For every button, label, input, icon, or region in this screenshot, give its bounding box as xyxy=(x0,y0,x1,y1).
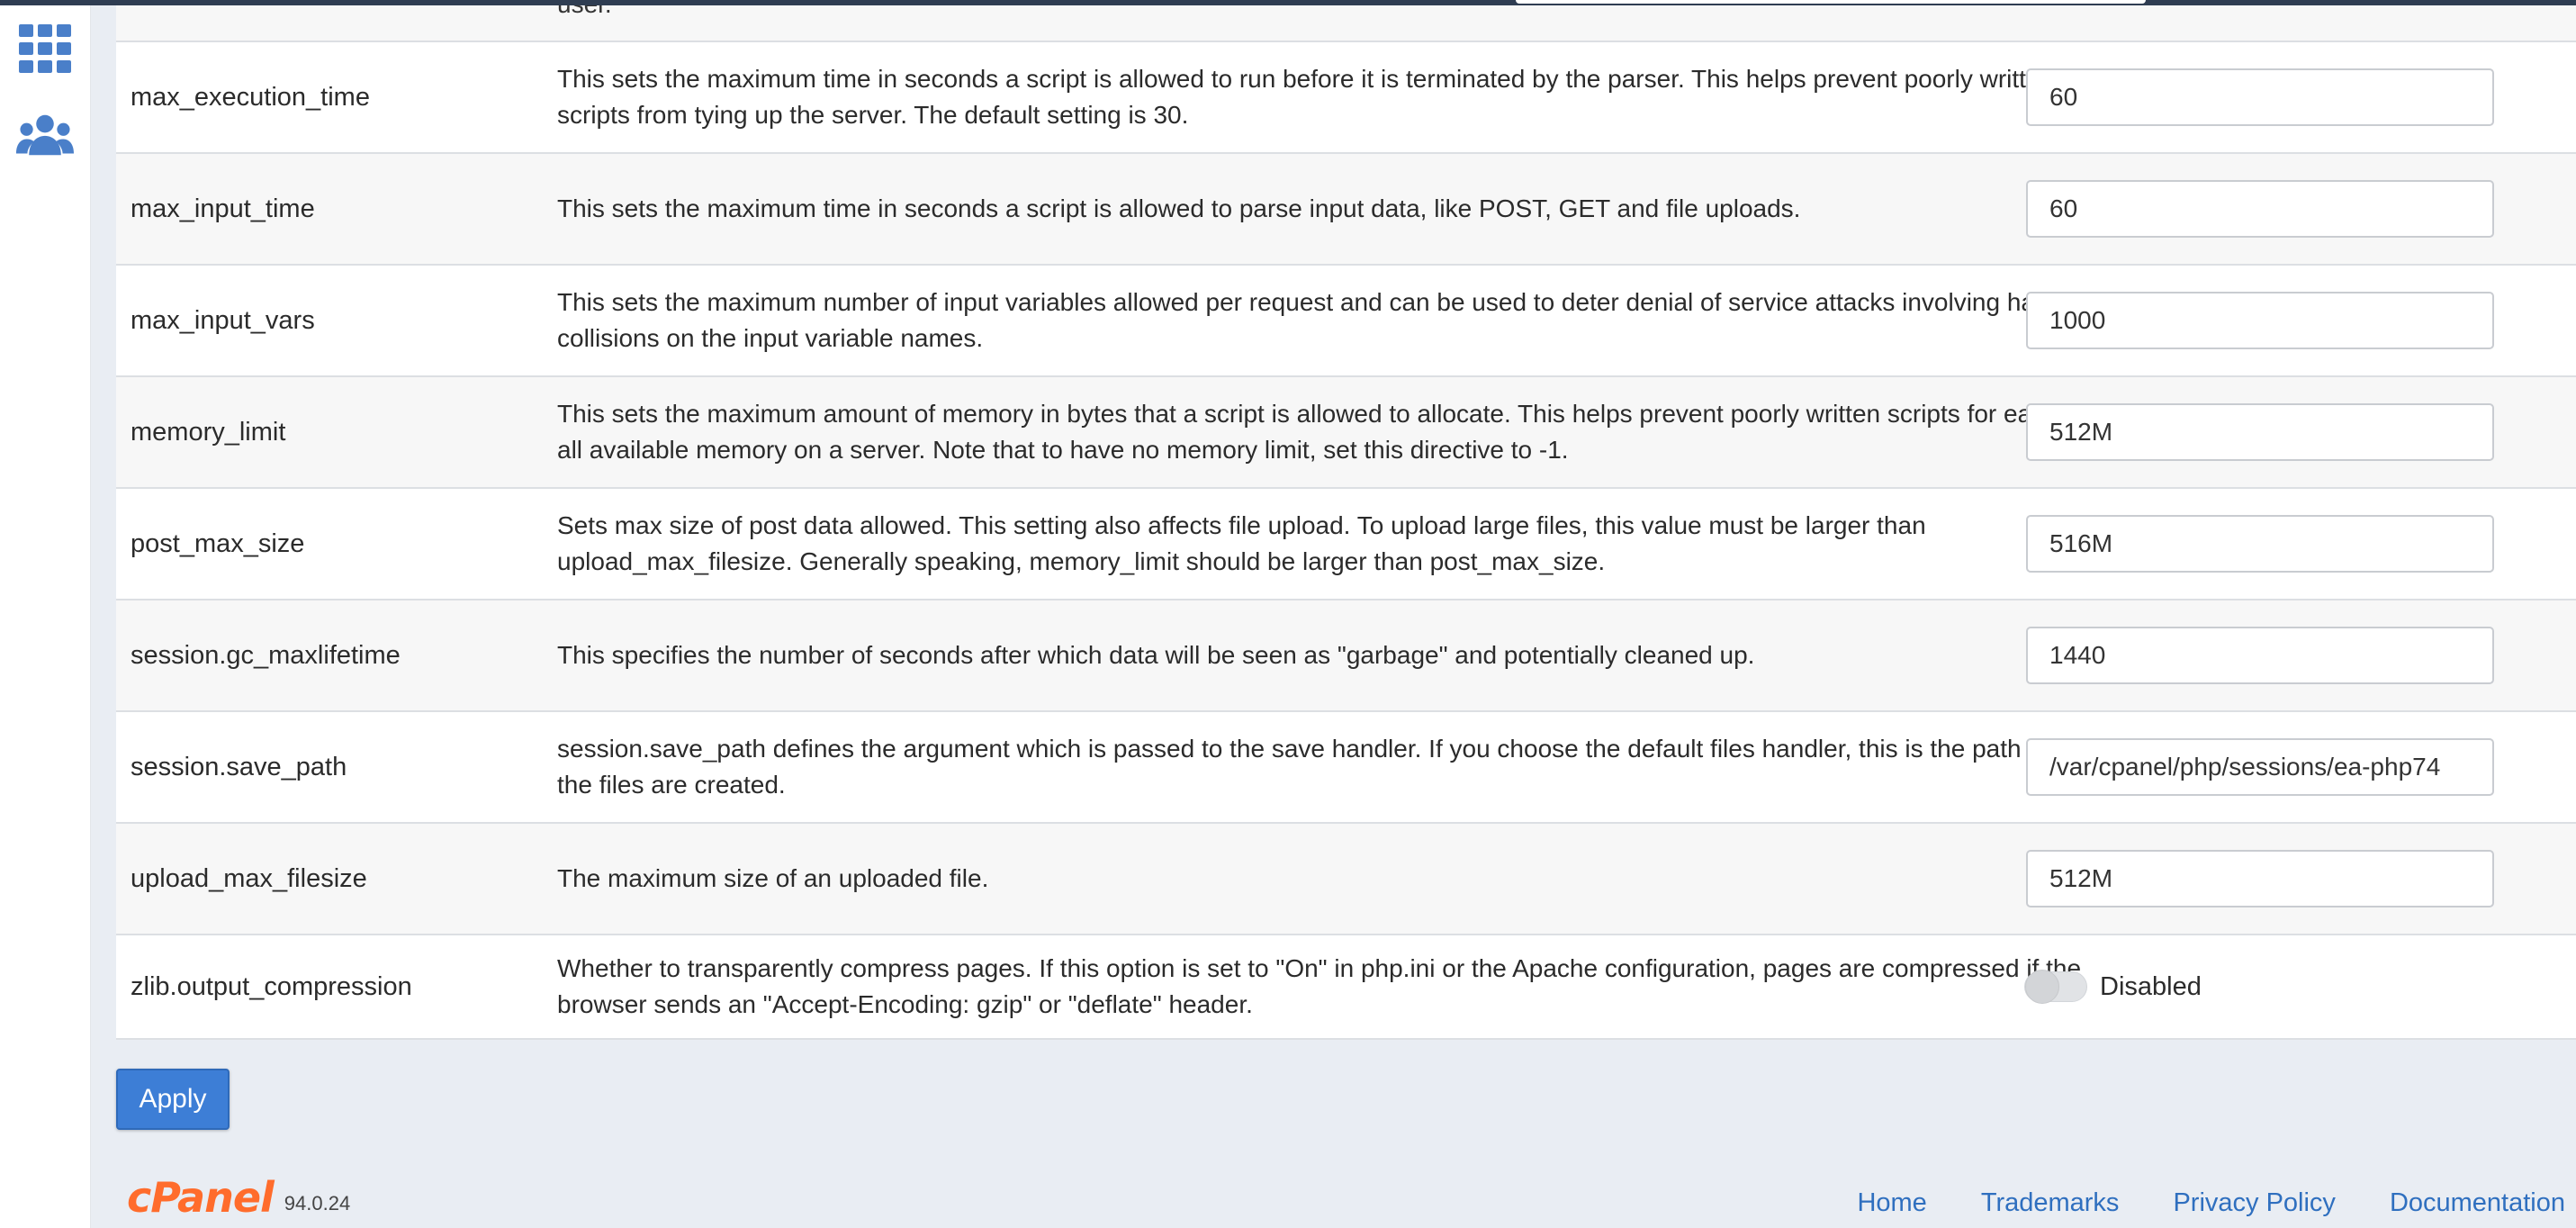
directive-name: session.gc_maxlifetime xyxy=(131,640,401,670)
toggle-state-label: Disabled xyxy=(2100,971,2202,1001)
table-row-upload-max-filesize: upload_max_filesize The maximum size of … xyxy=(116,824,2576,935)
directive-description: This sets the maximum amount of memory i… xyxy=(557,400,2108,464)
top-header-bar xyxy=(0,0,2576,5)
zlib-compression-toggle-group: Disabled xyxy=(2024,970,2202,1004)
footer-links: Home Trademarks Privacy Policy Documenta… xyxy=(1857,1188,2565,1218)
table-row-session-save-path: session.save_path session.save_path defi… xyxy=(116,712,2576,824)
directive-description: This specifies the number of seconds aft… xyxy=(557,641,1755,669)
table-row-memory-limit: memory_limit This sets the maximum amoun… xyxy=(116,377,2576,489)
memory-limit-input[interactable] xyxy=(2026,403,2494,461)
directive-name: max_input_time xyxy=(131,194,315,223)
directive-description: This sets the maximum number of input va… xyxy=(557,288,2062,352)
directive-description: The maximum size of an uploaded file. xyxy=(557,864,989,892)
toggle-knob xyxy=(2025,970,2059,1004)
left-icon-rail xyxy=(0,0,91,1228)
directive-description: Whether to transparently compress pages.… xyxy=(557,954,2082,1018)
directive-description: This sets the maximum time in seconds a … xyxy=(557,65,2055,129)
main-content: user. max_execution_time This sets the m… xyxy=(91,0,2576,1228)
cpanel-logo[interactable]: cPanel xyxy=(127,1176,275,1219)
max-input-vars-input[interactable] xyxy=(2026,292,2494,349)
table-row-max-input-vars: max_input_vars This sets the maximum num… xyxy=(116,266,2576,377)
footer-link-privacy-policy[interactable]: Privacy Policy xyxy=(2173,1188,2336,1218)
directive-name: session.save_path xyxy=(131,752,347,781)
footer-link-trademarks[interactable]: Trademarks xyxy=(1981,1188,2120,1218)
table-row-session-gc-maxlifetime: session.gc_maxlifetime This specifies th… xyxy=(116,600,2576,712)
directive-description: This sets the maximum time in seconds a … xyxy=(557,194,1801,222)
upload-max-filesize-input[interactable] xyxy=(2026,850,2494,907)
php-directives-table: user. max_execution_time This sets the m… xyxy=(116,0,2576,1040)
table-row-zlib-output-compression: zlib.output_compression Whether to trans… xyxy=(116,935,2576,1040)
directive-name: zlib.output_compression xyxy=(131,971,412,1001)
session-gc-maxlifetime-input[interactable] xyxy=(2026,627,2494,684)
table-row-max-input-time: max_input_time This sets the maximum tim… xyxy=(116,154,2576,266)
max-execution-time-input[interactable] xyxy=(2026,68,2494,126)
apply-button[interactable]: Apply xyxy=(116,1069,230,1130)
max-input-time-input[interactable] xyxy=(2026,180,2494,238)
apps-grid-icon[interactable] xyxy=(16,20,74,77)
directive-name: post_max_size xyxy=(131,528,305,558)
table-row-post-max-size: post_max_size Sets max size of post data… xyxy=(116,489,2576,600)
version-number: 94.0.24 xyxy=(284,1192,351,1214)
post-max-size-input[interactable] xyxy=(2026,515,2494,573)
directive-name: max_execution_time xyxy=(131,82,370,112)
table-row-max-execution-time: max_execution_time This sets the maximum… xyxy=(116,42,2576,154)
table-row-previous: user. xyxy=(116,0,2576,42)
search-bar-edge[interactable] xyxy=(1516,0,2146,4)
footer-brand: cPanel 94.0.24 xyxy=(127,1176,350,1219)
directive-description: Sets max size of post data allowed. This… xyxy=(557,511,1926,575)
footer-link-home[interactable]: Home xyxy=(1857,1188,1926,1218)
footer-link-documentation[interactable]: Documentation xyxy=(2390,1188,2565,1218)
directive-name: memory_limit xyxy=(131,417,286,447)
directive-name: upload_max_filesize xyxy=(131,863,367,893)
directive-description: session.save_path defines the argument w… xyxy=(557,735,2097,799)
users-icon[interactable] xyxy=(16,106,74,164)
zlib-compression-toggle[interactable] xyxy=(2024,970,2087,1004)
directive-name: max_input_vars xyxy=(131,305,315,335)
session-save-path-input[interactable] xyxy=(2026,738,2494,796)
